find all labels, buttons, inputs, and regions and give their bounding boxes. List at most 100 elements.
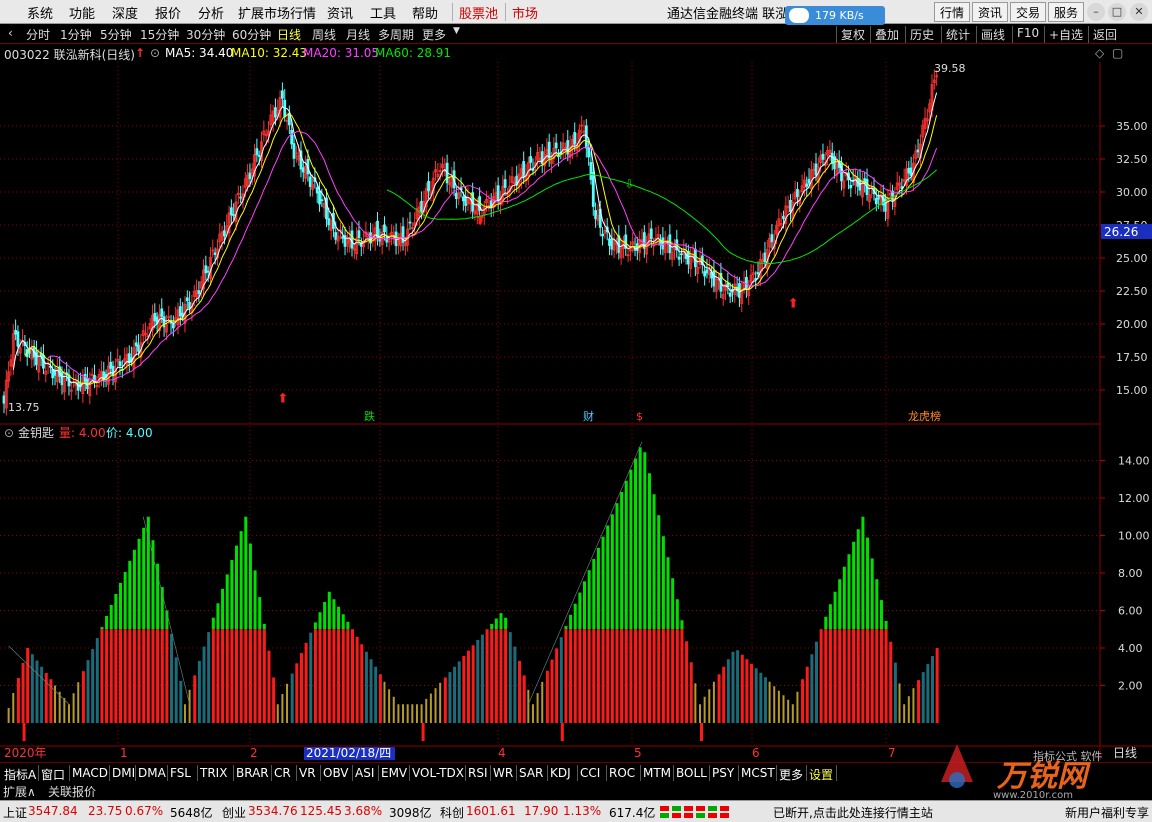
indicator-bar-red (634, 629, 638, 723)
candle-body (197, 290, 201, 294)
menu-quote[interactable]: 报价 (155, 3, 181, 22)
indicator-spike (560, 723, 564, 741)
connection-status[interactable]: 已断开,点击此处连接行情主站 (773, 804, 933, 821)
indicator-tab[interactable]: RSI (466, 766, 490, 780)
period-tab[interactable]: 1分钟 (56, 26, 96, 43)
indicator-bar (378, 674, 382, 723)
period-tab-active[interactable]: 日线 (273, 26, 305, 43)
indicator-tab[interactable]: VR (297, 766, 318, 780)
indicator-tab[interactable]: PSY (710, 766, 736, 780)
menu-ext-market[interactable]: 扩展市场行情 (238, 3, 316, 22)
tool-overlay[interactable]: 叠加 (870, 26, 903, 43)
indicator-tab[interactable]: 指标A (2, 766, 38, 783)
restore-icon[interactable]: □ (1108, 3, 1126, 21)
menu-divider (505, 3, 506, 21)
indicator-tab[interactable]: DMI (110, 766, 137, 780)
period-tab[interactable]: 分时 (22, 26, 54, 43)
menu-system[interactable]: 系统 (27, 3, 53, 22)
indicator-tab[interactable]: MACD (70, 766, 110, 780)
close-icon[interactable]: ✕ (1130, 3, 1148, 21)
menu-tools[interactable]: 工具 (370, 3, 396, 22)
indicator-bar-low (796, 691, 799, 723)
btn-trade[interactable]: 交易 (1010, 2, 1047, 22)
indicator-tab[interactable]: OBV (321, 766, 351, 780)
menu-help[interactable]: 帮助 (412, 3, 438, 22)
expand-button[interactable]: 扩展∧ (3, 783, 36, 800)
indicator-tab[interactable]: ROC (607, 766, 637, 780)
indicator-tab[interactable]: 更多 (777, 766, 805, 783)
period-tab[interactable]: 30分钟 (182, 26, 229, 43)
indicator-bar-low (708, 689, 711, 723)
indicator-tab[interactable]: VOL-TDX (410, 766, 466, 780)
tool-stats[interactable]: 统计 (941, 26, 974, 43)
tool-draw[interactable]: 画线 (976, 26, 1009, 43)
period-tab[interactable]: 周线 (308, 26, 340, 43)
indicator-tab[interactable]: CCI (578, 766, 602, 780)
indicator-toggle-icon[interactable]: ⊙ (4, 426, 14, 440)
kline-chart[interactable]: ⬆⬆⬆⇩ 35.0032.5030.0027.5025.0022.5020.00… (0, 62, 1152, 760)
buy-arrow-icon: ⬆ (277, 392, 288, 407)
chart-area[interactable]: ⬆⬆⬆⇩ 35.0032.5030.0027.5025.0022.5020.00… (0, 62, 1152, 760)
indicator-tab[interactable]: TRIX (198, 766, 229, 780)
indicator-bar (935, 648, 939, 723)
tool-fuquan[interactable]: 复权 (836, 26, 869, 43)
indicator-bar-green (852, 541, 856, 630)
indicator-tab[interactable]: FSL (168, 766, 193, 780)
minimize-icon[interactable]: – (1087, 3, 1105, 21)
period-tab[interactable]: 更多 (418, 26, 450, 43)
menu-news[interactable]: 资讯 (327, 3, 353, 22)
indicator-bar-red (842, 629, 846, 723)
indicator-tab[interactable]: MCST (739, 766, 777, 780)
indicator-tab[interactable]: KDJ (548, 766, 573, 780)
tool-f10[interactable]: F10 (1012, 26, 1043, 43)
indicator-tab[interactable]: WR (491, 766, 515, 780)
indicator-bar-red (852, 629, 856, 723)
indicator-bar-low (63, 698, 66, 723)
indicator-tab[interactable]: MTM (641, 766, 673, 780)
period-tab[interactable]: 15分钟 (136, 26, 183, 43)
chevron-left-icon[interactable]: ‹ (4, 26, 17, 43)
indicator-bar-red (879, 629, 883, 723)
chevron-down-icon[interactable]: ▼ (449, 26, 464, 43)
btn-news[interactable]: 资讯 (972, 2, 1009, 22)
indicator-tab[interactable]: ASI (353, 766, 376, 780)
promo-text[interactable]: 新用户福利专享 (1065, 804, 1149, 821)
menu-stock-pool[interactable]: 股票池 (459, 3, 498, 22)
menu-market[interactable]: 市场 (512, 3, 538, 22)
tool-history[interactable]: 历史 (905, 26, 938, 43)
panel-toggle-icon[interactable]: ▢ (1112, 46, 1123, 60)
tool-add-fav[interactable]: +自选 (1044, 26, 1087, 43)
indicator-tab[interactable]: BOLL (674, 766, 709, 780)
btn-service[interactable]: 服务 (1048, 2, 1085, 22)
indicator-tab[interactable]: CR (272, 766, 293, 780)
indicator-bar-red (151, 629, 155, 723)
high-price-label: 39.58 (934, 62, 966, 75)
indicator-bar (179, 680, 183, 723)
candle-body (134, 342, 138, 347)
menu-function[interactable]: 功能 (69, 3, 95, 22)
indicator-bar-green (318, 612, 322, 630)
period-tab[interactable]: 多周期 (374, 26, 418, 43)
related-quote-button[interactable]: 关联报价 (48, 783, 96, 800)
indicator-tab[interactable]: DMA (136, 766, 168, 780)
marker-finance: 财 (583, 409, 594, 423)
indicator-tab[interactable]: BRAR (234, 766, 271, 780)
period-tab[interactable]: 月线 (342, 26, 374, 43)
menu-analysis[interactable]: 分析 (198, 3, 224, 22)
indicator-tab[interactable]: 设置 (807, 766, 835, 783)
tool-back[interactable]: 返回 (1088, 26, 1121, 43)
btn-market[interactable]: 行情 (934, 2, 971, 22)
indicator-tab[interactable]: EMV (379, 766, 409, 780)
settings-toggle-icon[interactable]: ⊙ (150, 46, 160, 60)
diamond-icon[interactable]: ◇ (1095, 46, 1104, 60)
period-tab[interactable]: 5分钟 (96, 26, 136, 43)
date-label: 4 (498, 746, 506, 760)
indicator-bar-green (235, 545, 238, 630)
indicator-bar-green (119, 582, 122, 630)
candle-body (213, 252, 217, 256)
period-tab[interactable]: 60分钟 (228, 26, 275, 43)
menu-depth[interactable]: 深度 (112, 3, 138, 22)
indicator-tab[interactable]: 窗口 (39, 766, 67, 783)
cy-amount: 3098亿 (389, 806, 432, 820)
indicator-tab[interactable]: SAR (517, 766, 545, 780)
